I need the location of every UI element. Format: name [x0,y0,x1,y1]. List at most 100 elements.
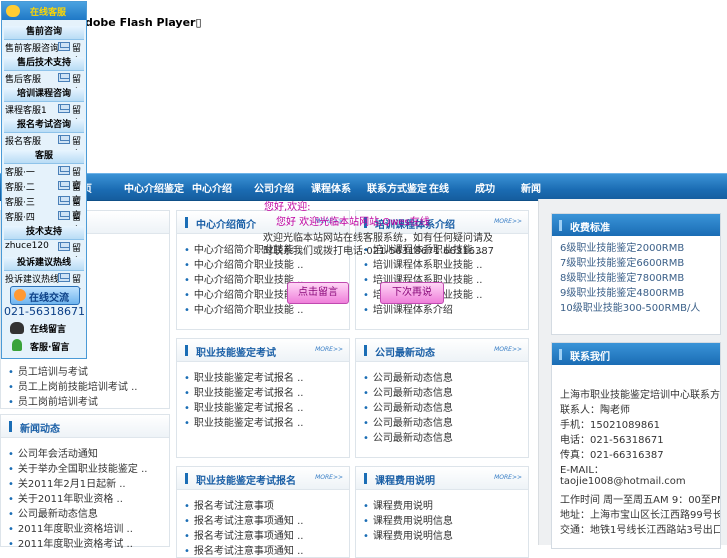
right-sidebar: 收费标准 6级职业技能鉴定2000RMB 7级职业技能鉴定6600RMB 8级职… [538,199,727,549]
nav-item-5[interactable]: 课程体系 [311,180,351,195]
fee-item[interactable]: 9级职业技能鉴定4800RMB [560,284,684,299]
panel-title: 职业技能鉴定考试 [196,348,276,359]
list-item[interactable]: 职业技能鉴定考试报名 .. [184,399,304,414]
panel-title: 职业技能鉴定考试报名 [196,476,296,487]
flash-notice: dobe Flash Player▯ [85,16,202,29]
contact-email[interactable]: taojie1008@hotmail.com [560,476,686,487]
contact-line: 联系人：陶老师 [560,405,630,416]
list-item[interactable]: 课程费用说明 [363,497,433,512]
qq-section: 客服 [4,150,84,164]
list-item[interactable]: 报名考试注意事项通知 .. [184,512,304,527]
chat-invite-popup: 您好,欢迎: 您好 欢迎光临本站网站,Qwes在线 欢迎光临本站网站在线客服系统… [263,198,497,308]
list-item[interactable]: 关于举办全国职业技能鉴定 .. [8,460,148,475]
qq-contact[interactable]: 售前客服咨询 [5,41,59,54]
list-item[interactable]: 公司最新动态信息 [363,429,453,444]
mail-icon[interactable] [58,166,70,175]
qq-section: 投诉建议热线 [4,257,84,271]
qq-section: 售后技术支持 [4,57,84,71]
nav-item-8[interactable]: 成功 [475,180,495,195]
nav-item-9[interactable]: 新闻 [521,180,541,195]
later-button[interactable]: 下次再说 [380,282,444,304]
list-item[interactable]: 公司最新动态信息 [363,399,453,414]
panel-exam-signup: 职业技能鉴定考试报名MORE>> 报名考试注意事项 报名考试注意事项通知 .. … [176,466,350,558]
service-icon [6,5,20,17]
mail-icon[interactable] [58,211,70,220]
mail-icon[interactable] [58,42,70,51]
contact-line: 上海市职业技能鉴定培训中心联系方式 [560,390,721,401]
qq-section: 培训课程咨询 [4,88,84,102]
list-item[interactable]: 报名考试注意事项 [184,497,274,512]
main-nav: 首页 中心介绍鉴定 中心介绍 公司介绍 课程体系 联系方式鉴定 在线 成功 新闻 [0,173,727,201]
qq-contact[interactable]: zhuce120 [5,241,49,251]
list-item[interactable]: 公司最新动态信息 [363,369,453,384]
list-item[interactable]: 员工培训与考试 [8,363,88,378]
more-link[interactable]: MORE>> [494,346,522,353]
service-phone: 021-56318671 [4,305,85,318]
list-item[interactable]: 关2011年2月1日起新 .. [8,475,126,490]
list-item[interactable]: 职业技能鉴定考试报名 .. [184,414,304,429]
service-link[interactable]: 客服·留言 [30,340,69,353]
nav-item-3[interactable]: 中心介绍 [192,180,232,195]
mail-icon[interactable] [58,273,70,282]
nav-item-6[interactable]: 联系方式鉴定 [367,180,427,195]
nav-item-2[interactable]: 中心介绍鉴定 [124,180,184,195]
leave-message-link[interactable]: 在线留言 [30,322,66,335]
list-item[interactable]: 员工上岗前技能培训考试 .. [8,378,138,393]
contact-line: 电话：021-56318671 [560,435,664,446]
fee-item[interactable]: 8级职业技能鉴定7800RMB [560,269,684,284]
list-item[interactable]: 2011年度职业资格考试 .. [8,535,133,550]
more-link[interactable]: MORE>> [315,346,343,353]
fee-item[interactable]: 6级职业技能鉴定2000RMB [560,239,684,254]
list-item[interactable]: 员工岗前培训考试 [8,393,98,408]
fee-item[interactable]: 7级职业技能鉴定6600RMB [560,254,684,269]
panel-title: 课程费用说明 [375,476,435,487]
more-link[interactable]: MORE>> [494,474,522,481]
fee-item[interactable]: 10级职业技能300-500RMB/人 [560,299,700,314]
mail-icon[interactable] [58,181,70,190]
panel-fees-info: 课程费用说明 MORE>> 课程费用说明 课程费用说明信息 课程费用说明信息 [355,466,529,558]
mail-icon[interactable] [58,242,70,251]
more-link[interactable]: MORE>> [494,218,522,225]
contact-line: 地址：上海市宝山区长江西路99号长江商厦61楼503 [560,510,720,521]
mail-icon[interactable] [58,73,70,82]
list-item[interactable]: 报名考试注意事项通知 .. [184,542,304,557]
contact-line: E-MAIL： [560,465,604,476]
panel-company-news: 公司最新动态MORE>> 公司最新动态信息 公司最新动态信息 公司最新动态信息 … [355,338,529,458]
chat-button[interactable]: 在线交流 [10,286,80,305]
list-item[interactable]: 公司最新动态信息 [363,384,453,399]
mail-icon[interactable] [58,135,70,144]
list-item[interactable]: 公司最新动态信息 [363,414,453,429]
qq-contact[interactable]: 课程客服1 [5,103,47,116]
list-item[interactable]: 公司年会活动通知 [8,445,98,460]
qq-contact[interactable]: 客服·二 [5,180,35,193]
qq-contact[interactable]: 报名客服 [5,134,41,147]
qq-contact[interactable]: 投诉建议热线 [5,272,59,285]
qq-section: 报名考试咨询 [4,119,84,133]
list-item[interactable]: 课程费用说明信息 [363,512,453,527]
list-item[interactable]: 职业技能鉴定考试报名 .. [184,384,304,399]
mail-icon[interactable] [58,104,70,113]
qq-contact[interactable]: 客服·一 [5,165,35,178]
qq-contact[interactable]: 客服·三 [5,195,35,208]
list-item[interactable]: 公司最新动态信息 [8,505,98,520]
penguin-icon [10,322,24,334]
list-item[interactable]: 职业技能鉴定考试报名 .. [184,369,304,384]
contact-line: 手机：1502108986​1 [560,420,660,431]
leave-message-button[interactable]: 点击留言 [287,282,349,304]
qq-contact[interactable]: 客服·四 [5,210,35,223]
list-item[interactable]: 课程费用说明信息 [363,527,453,542]
list-item[interactable]: 报名考试注意事项通知 .. [184,527,304,542]
nav-item-7[interactable]: 在线 [429,180,449,195]
qq-contact[interactable]: 售后客服 [5,72,41,85]
contact-title: 联系我们 [570,352,610,363]
list-item[interactable]: 关于2011年职业资格 .. [8,490,123,505]
online-service-header: 在线客服 [2,2,86,20]
person-icon [12,339,22,351]
more-link[interactable]: MORE>> [315,474,343,481]
mail-icon[interactable] [58,196,70,205]
fees-panel: 收费标准 6级职业技能鉴定2000RMB 7级职业技能鉴定6600RMB 8级职… [551,213,721,335]
list-item[interactable]: 2011年度职业资格培训 .. [8,520,133,535]
nav-item-4[interactable]: 公司介绍 [254,180,294,195]
contact-line: 交通：地铁1号线长江西路站3号出口 [560,525,721,536]
panel-title: 公司最新动态 [375,348,435,359]
